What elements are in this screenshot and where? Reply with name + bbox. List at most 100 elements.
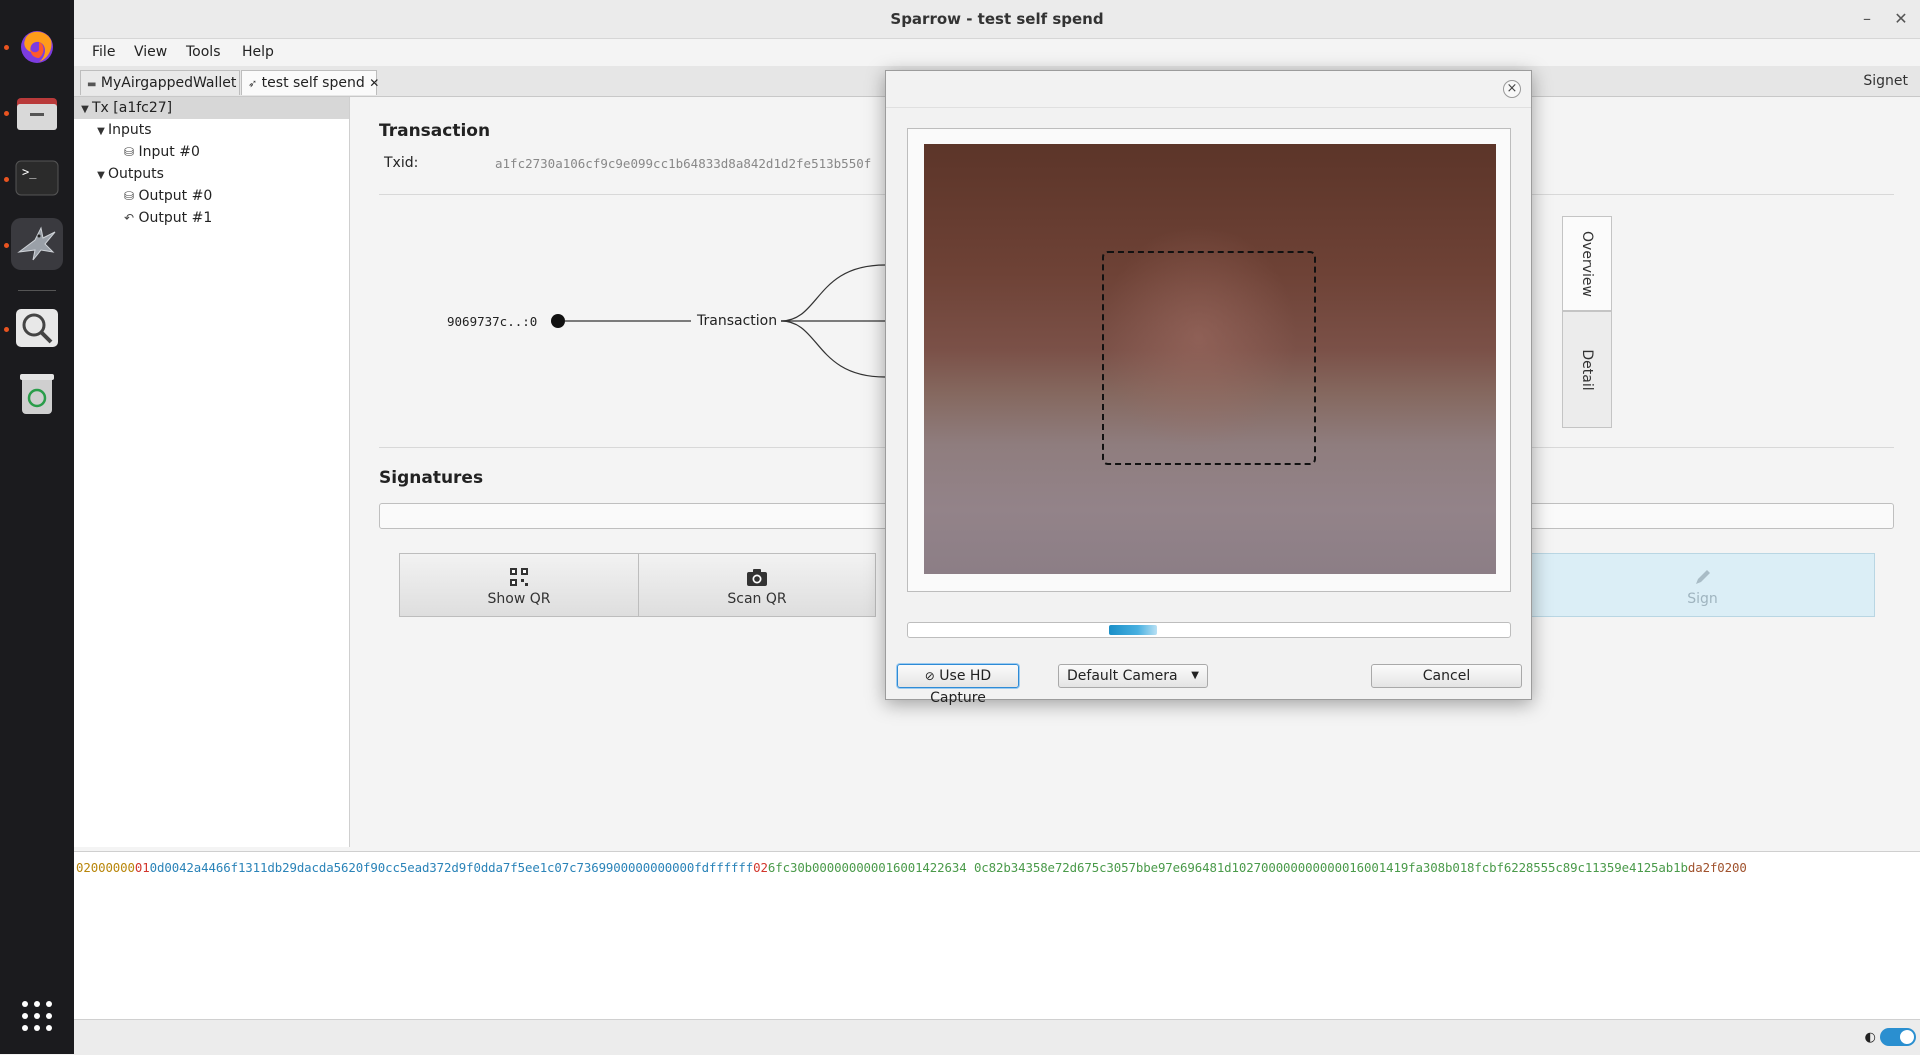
transaction-tree: ▼ Tx [a1fc27] ▼ Inputs ⛁ Input #0 ▼ Outputs…: [74, 97, 350, 847]
camera-preview: [924, 144, 1496, 574]
menu-tools[interactable]: Tools: [186, 44, 221, 60]
signatures-heading: Signatures: [379, 468, 484, 488]
title-bar[interactable]: Sparrow - test self spend – ✕: [74, 0, 1920, 39]
toggle-knob: [1900, 1030, 1914, 1044]
tree-label: Outputs: [108, 166, 164, 182]
files-icon[interactable]: [11, 86, 63, 138]
input-outpoint-label: 9069737c..:0: [447, 314, 538, 329]
scan-qr-label: Scan QR: [727, 591, 787, 607]
tab-detail[interactable]: Detail: [1562, 311, 1612, 428]
tree-label: Input #0: [138, 144, 200, 160]
tree-label: Output #0: [138, 188, 213, 204]
menu-file[interactable]: File: [92, 44, 115, 60]
tab-detail-label: Detail: [1579, 348, 1595, 391]
running-indicator: [4, 45, 9, 50]
hex-output-count: 02: [753, 860, 768, 875]
raw-transaction-hex-panel[interactable]: 02000000010d0042a4466f1311db29dacda5620f…: [74, 851, 1920, 1020]
expand-triangle-icon[interactable]: ▼: [94, 121, 108, 143]
qr-scan-dialog: × ⊘ Use HD Capture Default Camera ▼ Canc…: [885, 70, 1532, 706]
qr-target-box: [1102, 251, 1316, 465]
search-icon[interactable]: [11, 302, 63, 354]
hex-outputs: 6fc30b000000000016001422634 0c82b34358e7…: [767, 860, 1688, 875]
tree-item-output-1[interactable]: ↶ Output #1: [74, 207, 349, 229]
running-indicator: [4, 327, 9, 332]
expand-triangle-icon[interactable]: ▼: [78, 99, 92, 121]
expand-triangle-icon[interactable]: ▼: [94, 165, 108, 187]
sign-label: Sign: [1687, 591, 1718, 607]
terminal-icon[interactable]: >_: [11, 152, 63, 204]
minimize-button[interactable]: –: [1856, 8, 1878, 30]
tree-item-inputs[interactable]: ▼ Inputs: [74, 119, 349, 141]
transaction-heading: Transaction: [379, 121, 491, 141]
use-hd-capture-label: Use HD Capture: [930, 668, 992, 706]
tree-item-tx[interactable]: ▼ Tx [a1fc27]: [74, 97, 349, 119]
menu-view[interactable]: View: [134, 44, 167, 60]
sign-button[interactable]: Sign: [1530, 553, 1875, 617]
running-indicator: [4, 177, 9, 182]
coins-icon: ⛁: [124, 145, 135, 159]
camera-frame: [907, 128, 1511, 592]
network-label: Signet: [1863, 73, 1908, 89]
transaction-node-label: Transaction: [697, 313, 778, 329]
tree-item-outputs[interactable]: ▼ Outputs: [74, 163, 349, 185]
hex-inputs: 0d0042a4466f1311db29dacda5620f90cc5ead37…: [149, 860, 754, 875]
scan-progress-fill: [1109, 625, 1157, 635]
view-side-tabs: Overview Detail: [1562, 216, 1614, 428]
tree-label: Tx [a1fc27]: [92, 100, 173, 116]
dialog-close-button[interactable]: ×: [1503, 80, 1521, 98]
menu-bar: File View Tools Help: [74, 39, 1920, 65]
connection-icon[interactable]: ◐: [1865, 1030, 1876, 1045]
scan-progress-bar: [907, 622, 1511, 638]
camera-select[interactable]: Default Camera ▼: [1058, 664, 1208, 688]
tab-myairgappedwallet[interactable]: ▬ MyAirgappedWallet: [80, 70, 240, 95]
change-arrow-icon: ↶: [124, 211, 135, 225]
coins-icon: ⛁: [124, 189, 135, 203]
pen-icon: [1693, 567, 1713, 591]
raw-transaction-hex: 02000000010d0042a4466f1311db29dacda5620f…: [76, 860, 1747, 875]
tree-label: Inputs: [108, 122, 152, 138]
wallet-icon: ▬: [87, 79, 97, 90]
tree-label: Output #1: [138, 210, 213, 226]
send-icon: ➶: [248, 77, 258, 90]
dialog-header[interactable]: ×: [886, 71, 1531, 108]
qr-code-icon: [509, 567, 529, 591]
dock-separator: [18, 290, 56, 291]
input-node[interactable]: [551, 314, 565, 328]
firefox-icon[interactable]: [11, 20, 63, 72]
camera-icon: [746, 567, 768, 591]
tab-overview[interactable]: Overview: [1562, 216, 1612, 311]
sparrow-icon[interactable]: [11, 218, 63, 270]
apps-grid-icon[interactable]: [11, 990, 63, 1042]
svg-text:>_: >_: [22, 165, 37, 179]
show-qr-button[interactable]: Show QR: [399, 553, 639, 617]
dropdown-arrow-icon: ▼: [1191, 670, 1199, 681]
hex-version: 02000000: [76, 860, 135, 875]
use-hd-capture-button[interactable]: ⊘ Use HD Capture: [897, 664, 1019, 706]
show-qr-label: Show QR: [487, 591, 551, 607]
hex-marker: 01: [134, 860, 150, 875]
tab-test-self-spend[interactable]: ➶ test self spend ✕: [241, 70, 379, 95]
tab-label: MyAirgappedWallet: [100, 75, 237, 91]
camera-select-value: Default Camera: [1067, 668, 1178, 684]
close-window-button[interactable]: ✕: [1890, 8, 1912, 30]
running-indicator: [4, 243, 9, 248]
scan-qr-button[interactable]: Scan QR: [638, 553, 876, 617]
no-symbol-icon: ⊘: [924, 669, 935, 683]
tab-overview-label: Overview: [1579, 230, 1595, 297]
running-indicator: [4, 111, 9, 116]
tree-item-output-0[interactable]: ⛁ Output #0: [74, 185, 349, 207]
server-toggle[interactable]: [1880, 1028, 1916, 1046]
tab-label: test self spend: [261, 75, 365, 91]
ubuntu-dock: >_: [0, 0, 74, 1054]
hex-locktime: da2f0200: [1687, 860, 1747, 875]
tree-item-input-0[interactable]: ⛁ Input #0: [74, 141, 349, 163]
cancel-button[interactable]: Cancel: [1371, 664, 1522, 688]
output-edge: [780, 320, 885, 378]
close-tab-icon[interactable]: ✕: [369, 76, 379, 90]
output-edge: [780, 264, 885, 322]
menu-help[interactable]: Help: [242, 44, 274, 60]
status-bar: ◐: [74, 1019, 1920, 1055]
trash-icon[interactable]: [11, 368, 63, 420]
txid-value[interactable]: a1fc2730a106cf9c9e099cc1b64833d8a842d1d2…: [495, 156, 885, 171]
window-title: Sparrow - test self spend: [890, 10, 1104, 28]
